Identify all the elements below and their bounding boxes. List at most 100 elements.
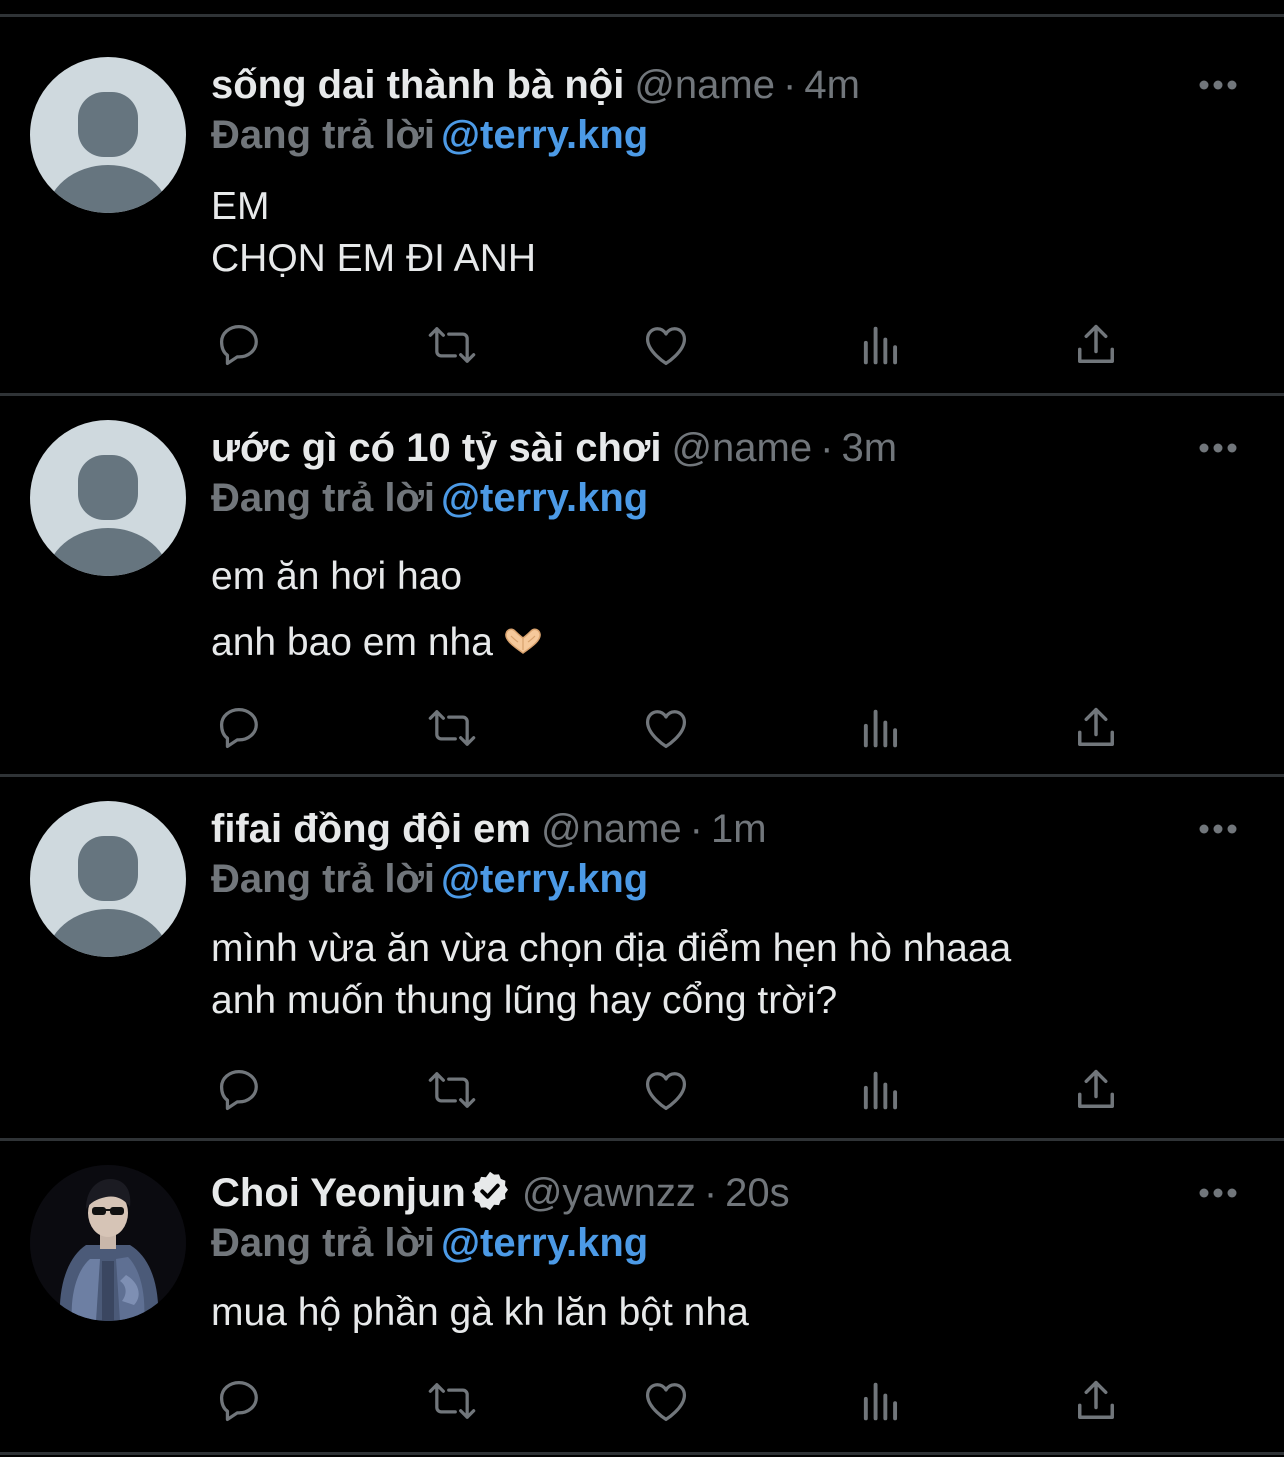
display-name[interactable]: fifai đồng đội em	[211, 807, 531, 851]
action-bar	[210, 1375, 1130, 1427]
replying-to: Đang trả lời @terry.kng	[211, 111, 648, 159]
tweet-header: fifai đồng đội em @name · 1m	[211, 803, 767, 855]
user-handle[interactable]: @name	[634, 63, 775, 107]
default-avatar-icon	[46, 455, 170, 576]
action-bar	[210, 1064, 1130, 1116]
tweet-divider	[0, 1452, 1284, 1455]
views-button[interactable]	[855, 1064, 907, 1116]
top-divider	[0, 14, 1284, 17]
tweet-text-line: EM	[211, 185, 270, 228]
user-photo-avatar-icon	[30, 1165, 186, 1321]
tweet-text-line-with-emoji: anh bao em nha	[211, 610, 545, 676]
more-options-icon[interactable]	[1196, 1183, 1240, 1203]
retweet-button[interactable]	[426, 1064, 478, 1116]
share-icon	[1078, 1069, 1114, 1108]
tweet-divider	[0, 393, 1284, 396]
retweet-icon	[428, 327, 476, 363]
reply-button[interactable]	[214, 1064, 266, 1116]
tweet-header: ước gì có 10 tỷ sài chơi @name · 3m	[211, 422, 897, 474]
replying-to-handle[interactable]: @terry.kng	[441, 1221, 648, 1265]
verified-badge-icon	[471, 1172, 508, 1211]
reply-icon	[219, 1069, 258, 1111]
avatar[interactable]	[30, 420, 186, 576]
like-button[interactable]	[640, 702, 692, 754]
views-icon	[863, 1071, 898, 1110]
replying-to-label: Đang trả lời	[211, 113, 436, 157]
avatar[interactable]	[30, 801, 186, 957]
retweet-icon	[428, 1072, 476, 1108]
views-button[interactable]	[855, 1375, 907, 1427]
tweet[interactable]: Choi Yeonjun @yawnzz · 20s Đang trả lời @te…	[0, 1165, 1284, 1455]
tweet-divider	[0, 774, 1284, 777]
reply-button[interactable]	[214, 1375, 266, 1427]
reply-icon	[219, 1380, 258, 1422]
display-name[interactable]: ước gì có 10 tỷ sài chơi	[211, 426, 661, 470]
tweet-text-line: CHỌN EM ĐI ANH	[211, 237, 537, 280]
like-icon	[645, 327, 687, 366]
replying-to-handle[interactable]: @terry.kng	[441, 113, 648, 157]
share-icon	[1078, 324, 1114, 363]
timestamp[interactable]: 20s	[725, 1171, 790, 1215]
tweet-header: Choi Yeonjun @yawnzz · 20s	[211, 1167, 790, 1219]
like-icon	[645, 710, 687, 749]
user-handle[interactable]: @name	[671, 426, 812, 470]
user-handle[interactable]: @name	[541, 807, 682, 851]
more-options-icon[interactable]	[1196, 819, 1240, 839]
replying-to-label: Đang trả lời	[211, 857, 436, 901]
separator-dot: ·	[689, 807, 703, 851]
tweet-text-line: em ăn hơi hao	[211, 555, 463, 598]
retweet-button[interactable]	[426, 702, 478, 754]
views-icon	[863, 1382, 898, 1421]
replying-to-handle[interactable]: @terry.kng	[441, 857, 648, 901]
like-button[interactable]	[640, 319, 692, 371]
like-button[interactable]	[640, 1375, 692, 1427]
reply-button[interactable]	[214, 702, 266, 754]
separator-dot: ·	[820, 426, 834, 470]
views-icon	[863, 709, 898, 748]
tweet-text-line: mua hộ phần gà kh lăn bột nha	[211, 1291, 749, 1334]
separator-dot: ·	[783, 63, 797, 107]
views-icon	[863, 326, 898, 365]
avatar[interactable]	[30, 1165, 186, 1321]
replying-to: Đang trả lời @terry.kng	[211, 474, 648, 522]
tweet-text: mình vừa ăn vừa chọn địa điểm hẹn hò nha…	[211, 923, 1011, 1027]
more-options-icon[interactable]	[1196, 75, 1240, 95]
tweet-text-line: mình vừa ăn vừa chọn địa điểm hẹn hò nha…	[211, 927, 1012, 970]
default-avatar-icon	[46, 92, 170, 213]
replying-to-label: Đang trả lời	[211, 476, 436, 520]
separator-dot: ·	[703, 1171, 718, 1215]
views-button[interactable]	[855, 319, 907, 371]
tweet-text: EM CHỌN EM ĐI ANH	[211, 181, 536, 285]
share-button[interactable]	[1070, 702, 1122, 754]
replying-to-handle[interactable]: @terry.kng	[441, 476, 648, 520]
tweet-text: em ăn hơi hao anh bao em nha	[211, 544, 545, 676]
action-bar	[210, 319, 1130, 371]
avatar[interactable]	[30, 57, 186, 213]
share-button[interactable]	[1070, 1064, 1122, 1116]
share-icon	[1078, 707, 1114, 746]
tweet[interactable]: sống dai thành bà nội @name · 4m Đang trả l…	[0, 57, 1284, 396]
replying-to: Đang trả lời @terry.kng	[211, 855, 648, 903]
tweet-text-line: anh muốn thung lũng hay cổng trời?	[211, 979, 838, 1022]
timestamp[interactable]: 1m	[711, 807, 767, 851]
replying-to: Đang trả lời @terry.kng	[211, 1219, 648, 1267]
user-handle[interactable]: @yawnzz	[522, 1171, 696, 1215]
display-name[interactable]: Choi Yeonjun	[211, 1171, 466, 1215]
retweet-button[interactable]	[426, 1375, 478, 1427]
default-avatar-icon	[46, 836, 170, 957]
timestamp[interactable]: 3m	[841, 426, 897, 470]
action-bar	[210, 702, 1130, 754]
views-button[interactable]	[855, 702, 907, 754]
timestamp[interactable]: 4m	[804, 63, 860, 107]
more-options-icon[interactable]	[1196, 438, 1240, 458]
retweet-button[interactable]	[426, 319, 478, 371]
display-name[interactable]: sống dai thành bà nội	[211, 63, 624, 107]
like-icon	[645, 1072, 687, 1111]
reply-button[interactable]	[214, 319, 266, 371]
tweet[interactable]: fifai đồng đội em @name · 1m Đang trả lời @t…	[0, 801, 1284, 1141]
like-icon	[645, 1383, 687, 1422]
share-button[interactable]	[1070, 1375, 1122, 1427]
tweet[interactable]: ước gì có 10 tỷ sài chơi @name · 3m Đang tr…	[0, 420, 1284, 777]
like-button[interactable]	[640, 1064, 692, 1116]
share-button[interactable]	[1070, 319, 1122, 371]
